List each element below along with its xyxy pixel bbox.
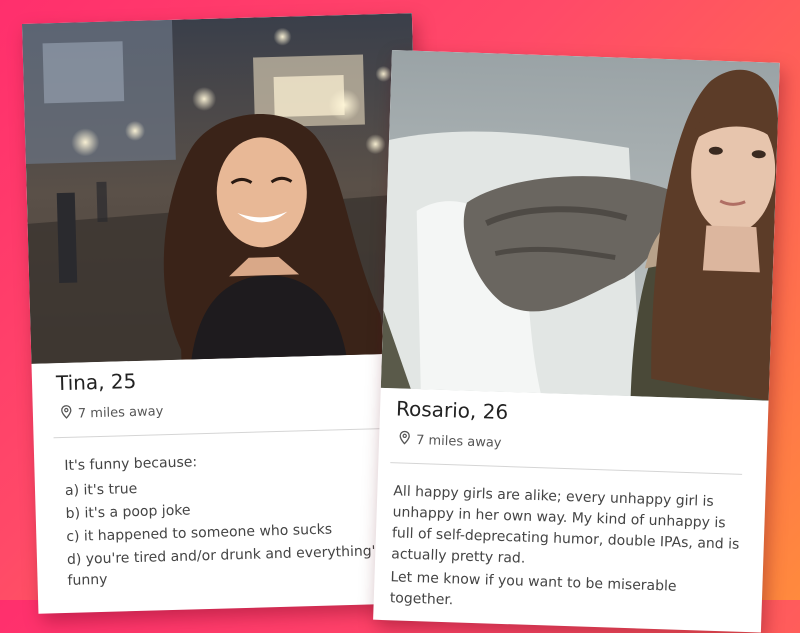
bio-paragraph: Let me know if you want to be miserable … xyxy=(389,569,677,609)
profile-name: Tina xyxy=(55,370,99,396)
profile-info-tina: Tina, 25 7 miles away It's funny because… xyxy=(31,353,427,593)
profile-photo-tina xyxy=(22,13,422,364)
location-pin-icon xyxy=(61,405,72,423)
profile-age: 26 xyxy=(482,399,509,425)
profile-photo-rosario xyxy=(380,50,780,401)
distance-text: 7 miles away xyxy=(415,432,502,451)
distance-text: 7 miles away xyxy=(77,403,164,422)
profile-name: Rosario xyxy=(395,396,471,423)
bio-paragraph: All happy girls are alike; every unhappy… xyxy=(391,483,740,567)
profile-bio: All happy girls are alike; every unhappy… xyxy=(373,463,766,622)
profile-card-tina[interactable]: Tina, 25 7 miles away It's funny because… xyxy=(22,13,429,614)
profile-bio: It's funny because: a) it's true b) it's… xyxy=(34,428,428,593)
location-pin-icon xyxy=(399,430,411,448)
profile-card-rosario[interactable]: Rosario, 26 7 miles away All happy girls… xyxy=(373,50,780,633)
profile-age: 25 xyxy=(110,368,137,394)
profile-info-rosario: Rosario, 26 7 miles away All happy girls… xyxy=(373,388,768,622)
